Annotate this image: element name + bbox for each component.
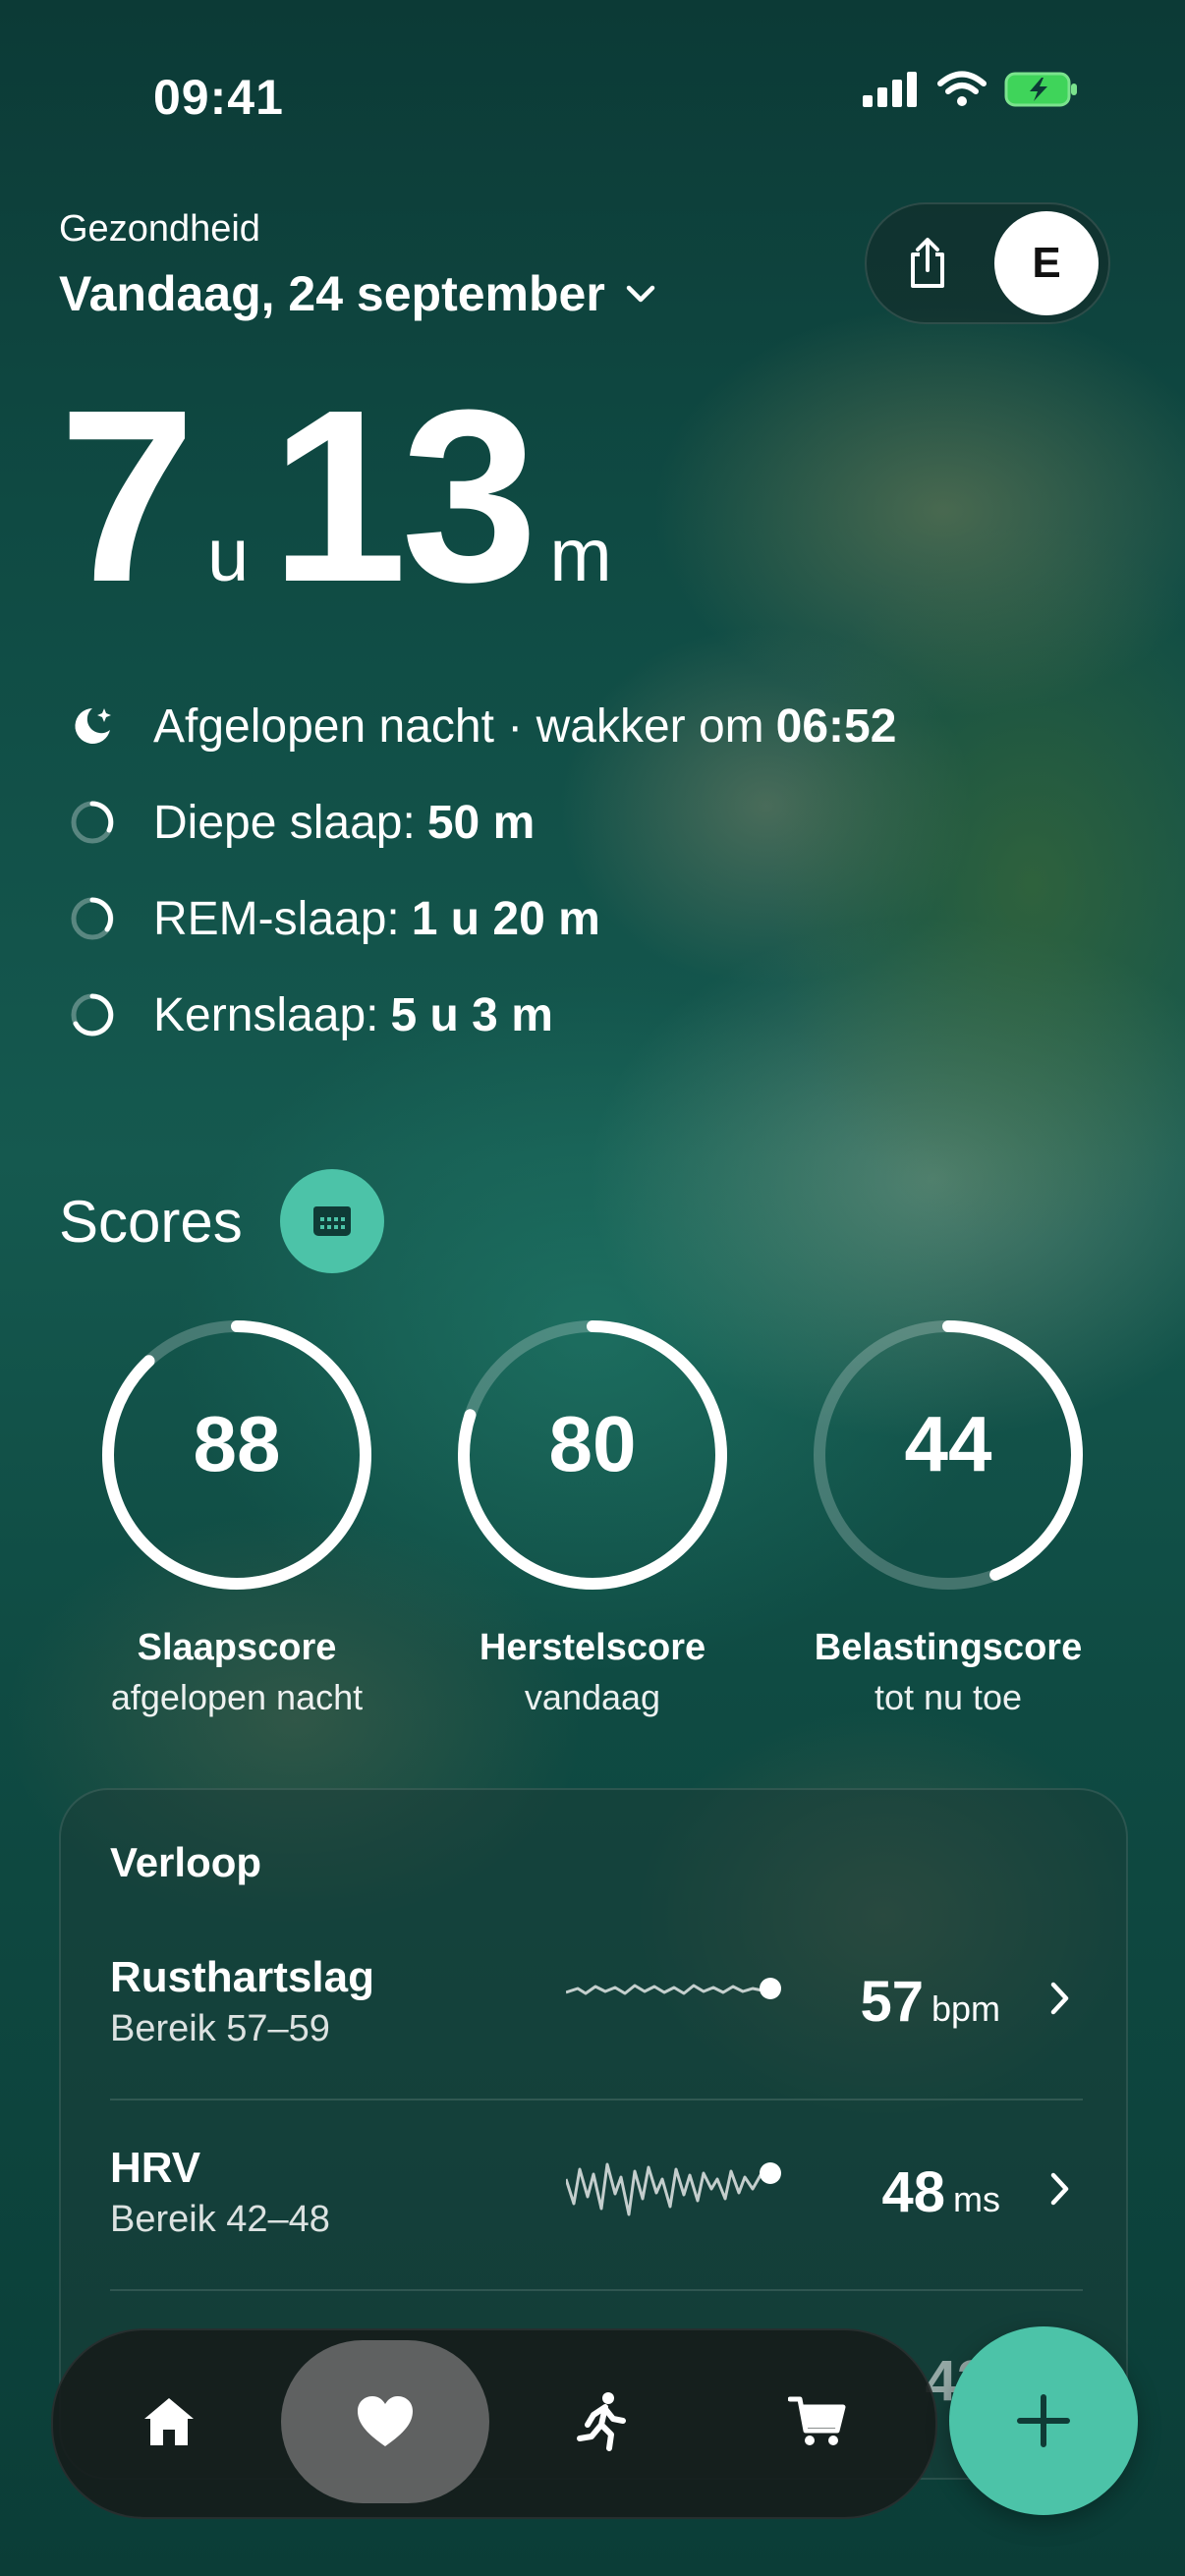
metric-label: Afgelopen nacht · wakker om <box>153 700 764 753</box>
chevron-right-icon <box>1050 1982 1069 2015</box>
trend-number: 48 <box>881 2160 945 2224</box>
score-value: 80 <box>548 1400 637 1487</box>
sleep-metrics: Afgelopen nacht · wakker om 06:52 Diepe s… <box>63 678 896 1063</box>
score-strain[interactable]: 44 Belastingscore tot nu toe <box>806 1313 1091 1718</box>
trend-unit: bpm <box>931 1988 1000 2029</box>
tab-health[interactable] <box>281 2340 489 2503</box>
metric-row-rem: REM-slaap: 1 u 20 m <box>63 870 896 967</box>
score-sub: vandaag <box>524 1677 661 1717</box>
metric-label: REM-slaap: <box>153 892 400 945</box>
tab-home[interactable] <box>65 2340 273 2503</box>
score-label: Belastingscore <box>814 1627 1083 1668</box>
trend-number: 57 <box>860 1970 924 2034</box>
metric-label: Diepe slaap: <box>153 796 416 849</box>
wifi-icon <box>937 71 987 106</box>
score-label: Slaapscore <box>137 1627 337 1668</box>
metric-value: 06:52 <box>775 700 897 753</box>
score-sleep[interactable]: 88 Slaapscore afgelopen nacht <box>94 1313 379 1718</box>
score-value: 88 <box>193 1400 281 1487</box>
metric-row-deep: Diepe slaap: 50 m <box>63 774 896 870</box>
share-icon[interactable] <box>906 237 949 290</box>
trend-value: 57 bpm <box>860 1969 1000 2035</box>
trend-name: Rusthartslag <box>110 1953 374 2001</box>
moon-stars-icon <box>63 697 122 756</box>
trend-range: Bereik 57–59 <box>110 2008 330 2049</box>
sleep-duration: 7 u 13 m <box>59 373 634 619</box>
trend-unit: ms <box>953 2179 1000 2219</box>
metric-value: 1 u 20 m <box>411 892 600 945</box>
divider <box>110 2289 1083 2291</box>
tab-activity[interactable] <box>497 2340 705 2503</box>
sleep-hours-unit: u <box>207 514 250 597</box>
running-icon <box>577 2392 626 2451</box>
metric-label: Kernslaap: <box>153 988 379 1041</box>
sleep-hours: 7 <box>59 359 196 633</box>
avatar[interactable]: E <box>994 211 1099 315</box>
score-label: Herstelscore <box>479 1627 706 1668</box>
date-label: Vandaag, 24 september <box>59 266 605 321</box>
trend-value: 48 ms <box>881 2159 1000 2225</box>
scores-header: Scores <box>59 1169 384 1273</box>
sparkline <box>566 1978 781 1999</box>
calendar-button[interactable] <box>279 1169 384 1273</box>
score-recovery[interactable]: 80 Herstelscore vandaag <box>450 1313 735 1718</box>
status-icons <box>863 71 1079 108</box>
ring-progress-icon <box>63 985 122 1044</box>
trend-row-hrv[interactable]: HRV Bereik 42–48 48 ms <box>110 2144 1083 2281</box>
signal-icon <box>863 72 917 107</box>
score-sub: afgelopen nacht <box>110 1677 364 1717</box>
calendar-icon <box>312 1206 351 1236</box>
battery-icon <box>1004 72 1077 107</box>
scores-title: Scores <box>59 1188 243 1255</box>
trends-title: Verloop <box>110 1839 262 1885</box>
metric-row-wake: Afgelopen nacht · wakker om 06:52 <box>63 678 896 774</box>
status-time: 09:41 <box>153 70 284 125</box>
ring-progress-icon <box>63 793 122 852</box>
tab-shop[interactable] <box>713 2340 922 2503</box>
ring-progress-icon <box>63 889 122 948</box>
heart-icon <box>358 2396 413 2446</box>
divider <box>110 2099 1083 2100</box>
metric-row-core: Kernslaap: 5 u 3 m <box>63 967 896 1063</box>
sleep-minutes: 13 <box>270 359 537 633</box>
app-label: Gezondheid <box>59 208 260 250</box>
sparkline <box>566 2162 781 2216</box>
plus-icon <box>1017 2394 1070 2447</box>
chevron-right-icon <box>1050 2172 1069 2206</box>
sleep-minutes-unit: m <box>549 514 612 597</box>
trend-row-resting-hr[interactable]: Rusthartslag Bereik 57–59 57 bpm <box>110 1953 1083 2091</box>
add-button[interactable] <box>949 2326 1138 2515</box>
trend-range: Bereik 42–48 <box>110 2199 330 2240</box>
trend-name: HRV <box>110 2144 201 2192</box>
metric-value: 5 u 3 m <box>390 988 553 1041</box>
metric-value: 50 m <box>426 796 536 849</box>
score-sub: tot nu toe <box>874 1677 1023 1717</box>
chevron-down-icon <box>626 285 655 303</box>
cart-icon <box>788 2396 846 2445</box>
home-icon <box>144 2398 194 2445</box>
header-actions: E <box>865 202 1110 324</box>
score-value: 44 <box>904 1400 992 1487</box>
date-selector[interactable]: Vandaag, 24 september <box>59 265 656 322</box>
